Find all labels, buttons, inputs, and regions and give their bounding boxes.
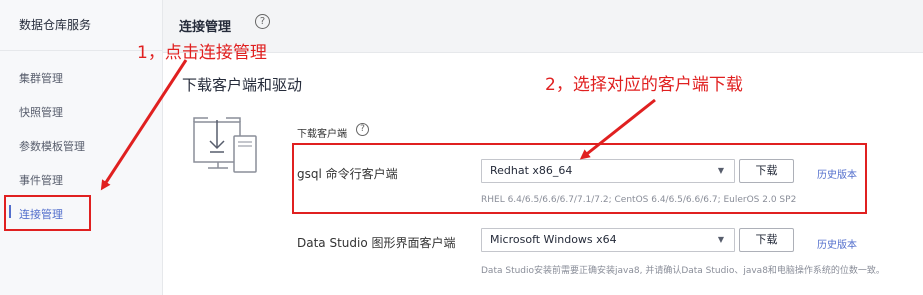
annotation-arrow-step1 — [100, 59, 188, 191]
annotation-arrow-step2 — [579, 98, 656, 160]
annotation-arrows — [100, 59, 656, 191]
